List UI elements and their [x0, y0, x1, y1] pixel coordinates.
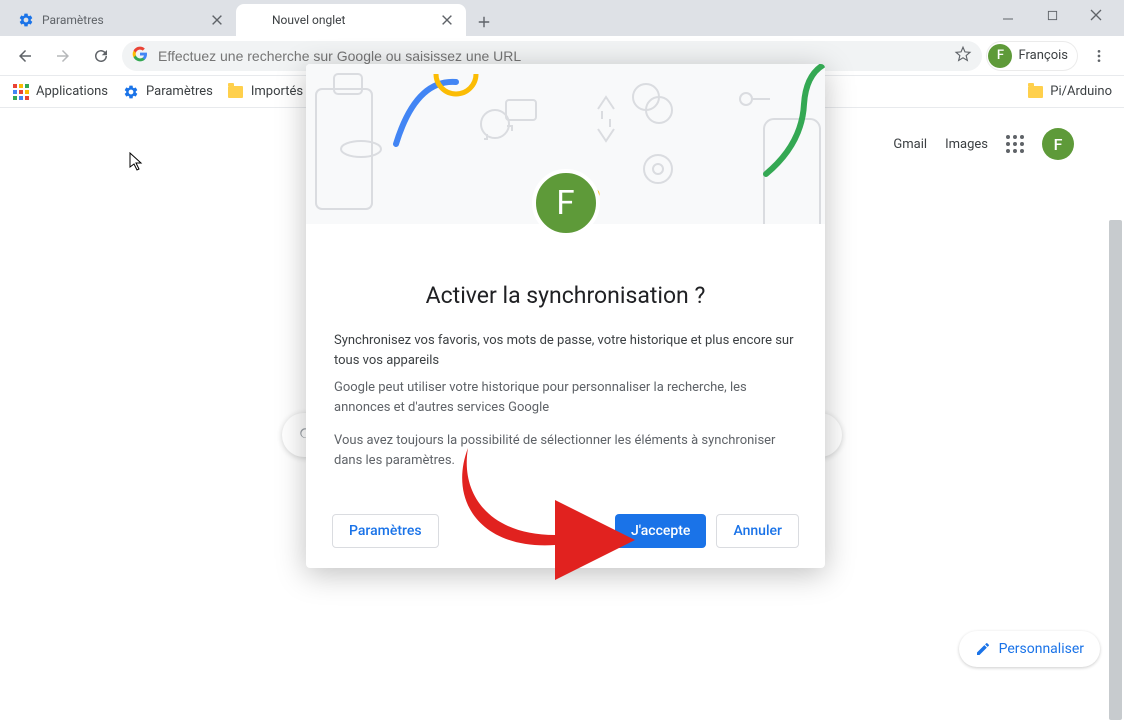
tab-title: Paramètres [42, 13, 202, 27]
sync-modal: F Activer la synchronisation ? Synchroni… [306, 64, 825, 568]
scrollbar-thumb[interactable] [1109, 220, 1122, 720]
forward-button[interactable] [46, 39, 80, 73]
tab-strip: Paramètres Nouvel onglet [0, 0, 1124, 36]
gmail-link[interactable]: Gmail [893, 137, 927, 152]
settings-button[interactable]: Paramètres [332, 514, 439, 548]
menu-button[interactable] [1082, 39, 1116, 73]
cancel-button[interactable]: Annuler [716, 514, 799, 548]
pencil-icon [975, 641, 991, 657]
gear-icon [18, 12, 34, 28]
modal-text-sync: Synchronisez vos favoris, vos mots de pa… [334, 331, 797, 370]
profile-chip[interactable]: F François [986, 41, 1078, 71]
folder-icon [227, 83, 245, 101]
bookmark-folder-piarduino[interactable]: Pi/Arduino [1026, 83, 1112, 101]
modal-avatar: F [532, 169, 600, 237]
maximize-button[interactable] [1030, 0, 1074, 30]
blank-favicon [248, 12, 264, 28]
google-g-icon [132, 46, 148, 66]
tab-nouvel-onglet[interactable]: Nouvel onglet [236, 4, 466, 36]
personalize-button[interactable]: Personnaliser [959, 631, 1100, 667]
images-link[interactable]: Images [945, 137, 988, 152]
close-window-button[interactable] [1074, 0, 1118, 30]
bookmark-parametres[interactable]: Paramètres [122, 83, 213, 101]
folder-icon [1026, 83, 1044, 101]
new-tab-button[interactable] [470, 8, 498, 36]
avatar: F [988, 44, 1012, 68]
tab-parametres[interactable]: Paramètres [6, 4, 236, 36]
modal-text-settings: Vous avez toujours la possibilité de sél… [334, 431, 797, 470]
modal-text-google: Google peut utiliser votre historique po… [334, 378, 797, 417]
window-controls [986, 0, 1118, 30]
apps-shortcut[interactable]: Applications [12, 83, 108, 101]
personalize-label: Personnaliser [999, 641, 1084, 657]
bookmark-label: Applications [36, 84, 108, 99]
minimize-button[interactable] [986, 0, 1030, 30]
apps-grid-icon [12, 83, 30, 101]
accept-button[interactable]: J'accepte [615, 514, 706, 548]
close-icon[interactable] [210, 13, 224, 27]
bookmark-label: Pi/Arduino [1050, 84, 1112, 99]
bookmark-label: Paramètres [146, 84, 213, 99]
ntp-top-links: Gmail Images F [893, 128, 1074, 160]
gear-icon [122, 83, 140, 101]
modal-button-bar: Paramètres J'accepte Annuler [306, 514, 825, 568]
apps-launcher-icon[interactable] [1006, 135, 1024, 153]
avatar[interactable]: F [1042, 128, 1074, 160]
back-button[interactable] [8, 39, 42, 73]
tab-title: Nouvel onglet [272, 13, 432, 27]
star-icon[interactable] [954, 45, 972, 67]
address-input[interactable] [158, 48, 944, 64]
reload-button[interactable] [84, 39, 118, 73]
modal-heading: Activer la synchronisation ? [306, 282, 825, 309]
profile-name: François [1018, 48, 1068, 63]
close-icon[interactable] [440, 13, 454, 27]
